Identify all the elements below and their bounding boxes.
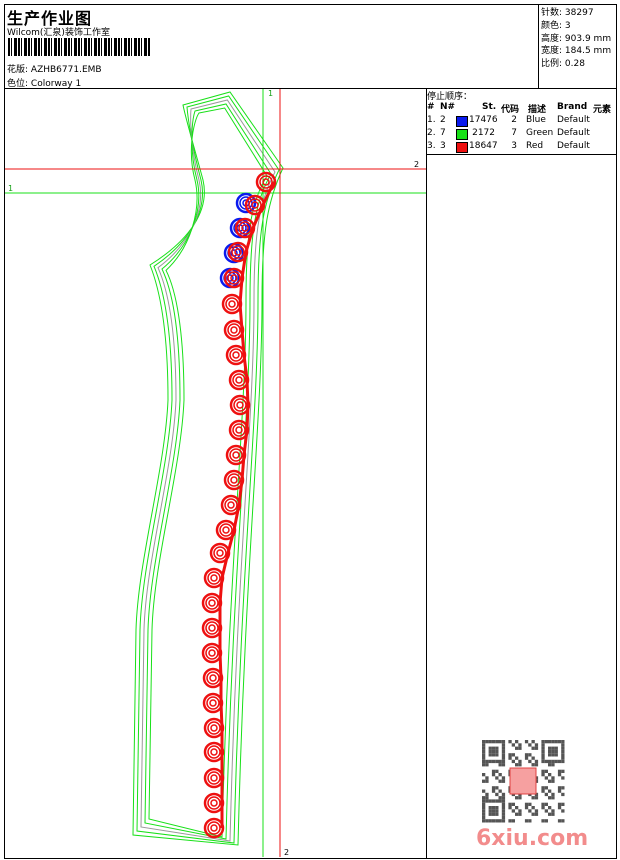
red-motif: [232, 451, 240, 459]
red-motif: [210, 774, 218, 782]
red-motif: [222, 526, 230, 534]
red-motif: [208, 599, 216, 607]
red-motif: [232, 423, 246, 437]
red-motif: [205, 621, 219, 635]
red-motif: [233, 398, 247, 412]
production-worksheet: 生产作业图 Wilcom(汇泉)装饰工作室 花版: AZHB6771.EMB 色…: [0, 0, 620, 860]
red-motif: [219, 523, 233, 537]
guide-label: 2: [414, 160, 419, 169]
red-motif: [227, 323, 241, 337]
red-motif: [232, 351, 240, 359]
red-motif: [232, 373, 246, 387]
red-motif: [206, 671, 220, 685]
guide-label: 1: [268, 89, 273, 98]
stamp-seal: [509, 767, 537, 795]
red-motif: [206, 696, 220, 710]
red-motif: [210, 824, 218, 832]
red-motif: [216, 549, 224, 557]
red-motif: [210, 799, 218, 807]
red-motif: [207, 796, 221, 810]
red-motif: [205, 596, 219, 610]
red-motif: [207, 721, 221, 735]
red-motif: [209, 699, 217, 707]
guide-label: 2: [284, 848, 289, 857]
guide-label: 1: [8, 184, 13, 193]
red-motif: [230, 326, 238, 334]
red-motif: [207, 821, 221, 835]
red-motif: [210, 574, 218, 582]
red-motif: [207, 571, 221, 585]
red-motif: [229, 348, 243, 362]
watermark: 6xiu.com: [476, 826, 589, 851]
red-motif: [224, 498, 238, 512]
red-motif: [225, 297, 239, 311]
red-motif: [208, 649, 216, 657]
red-motif: [205, 646, 219, 660]
red-motif: [227, 501, 235, 509]
red-motif: [235, 376, 243, 384]
red-motif: [213, 546, 227, 560]
red-motif: [210, 748, 218, 756]
design-preview: 1 2 1 2: [5, 89, 565, 857]
red-motif: [228, 300, 236, 308]
red-motif: [236, 401, 244, 409]
red-motif: [208, 624, 216, 632]
red-motif: [207, 745, 221, 759]
red-motif: [230, 476, 238, 484]
red-motif: [207, 771, 221, 785]
red-motif: [210, 724, 218, 732]
red-motif: [209, 674, 217, 682]
